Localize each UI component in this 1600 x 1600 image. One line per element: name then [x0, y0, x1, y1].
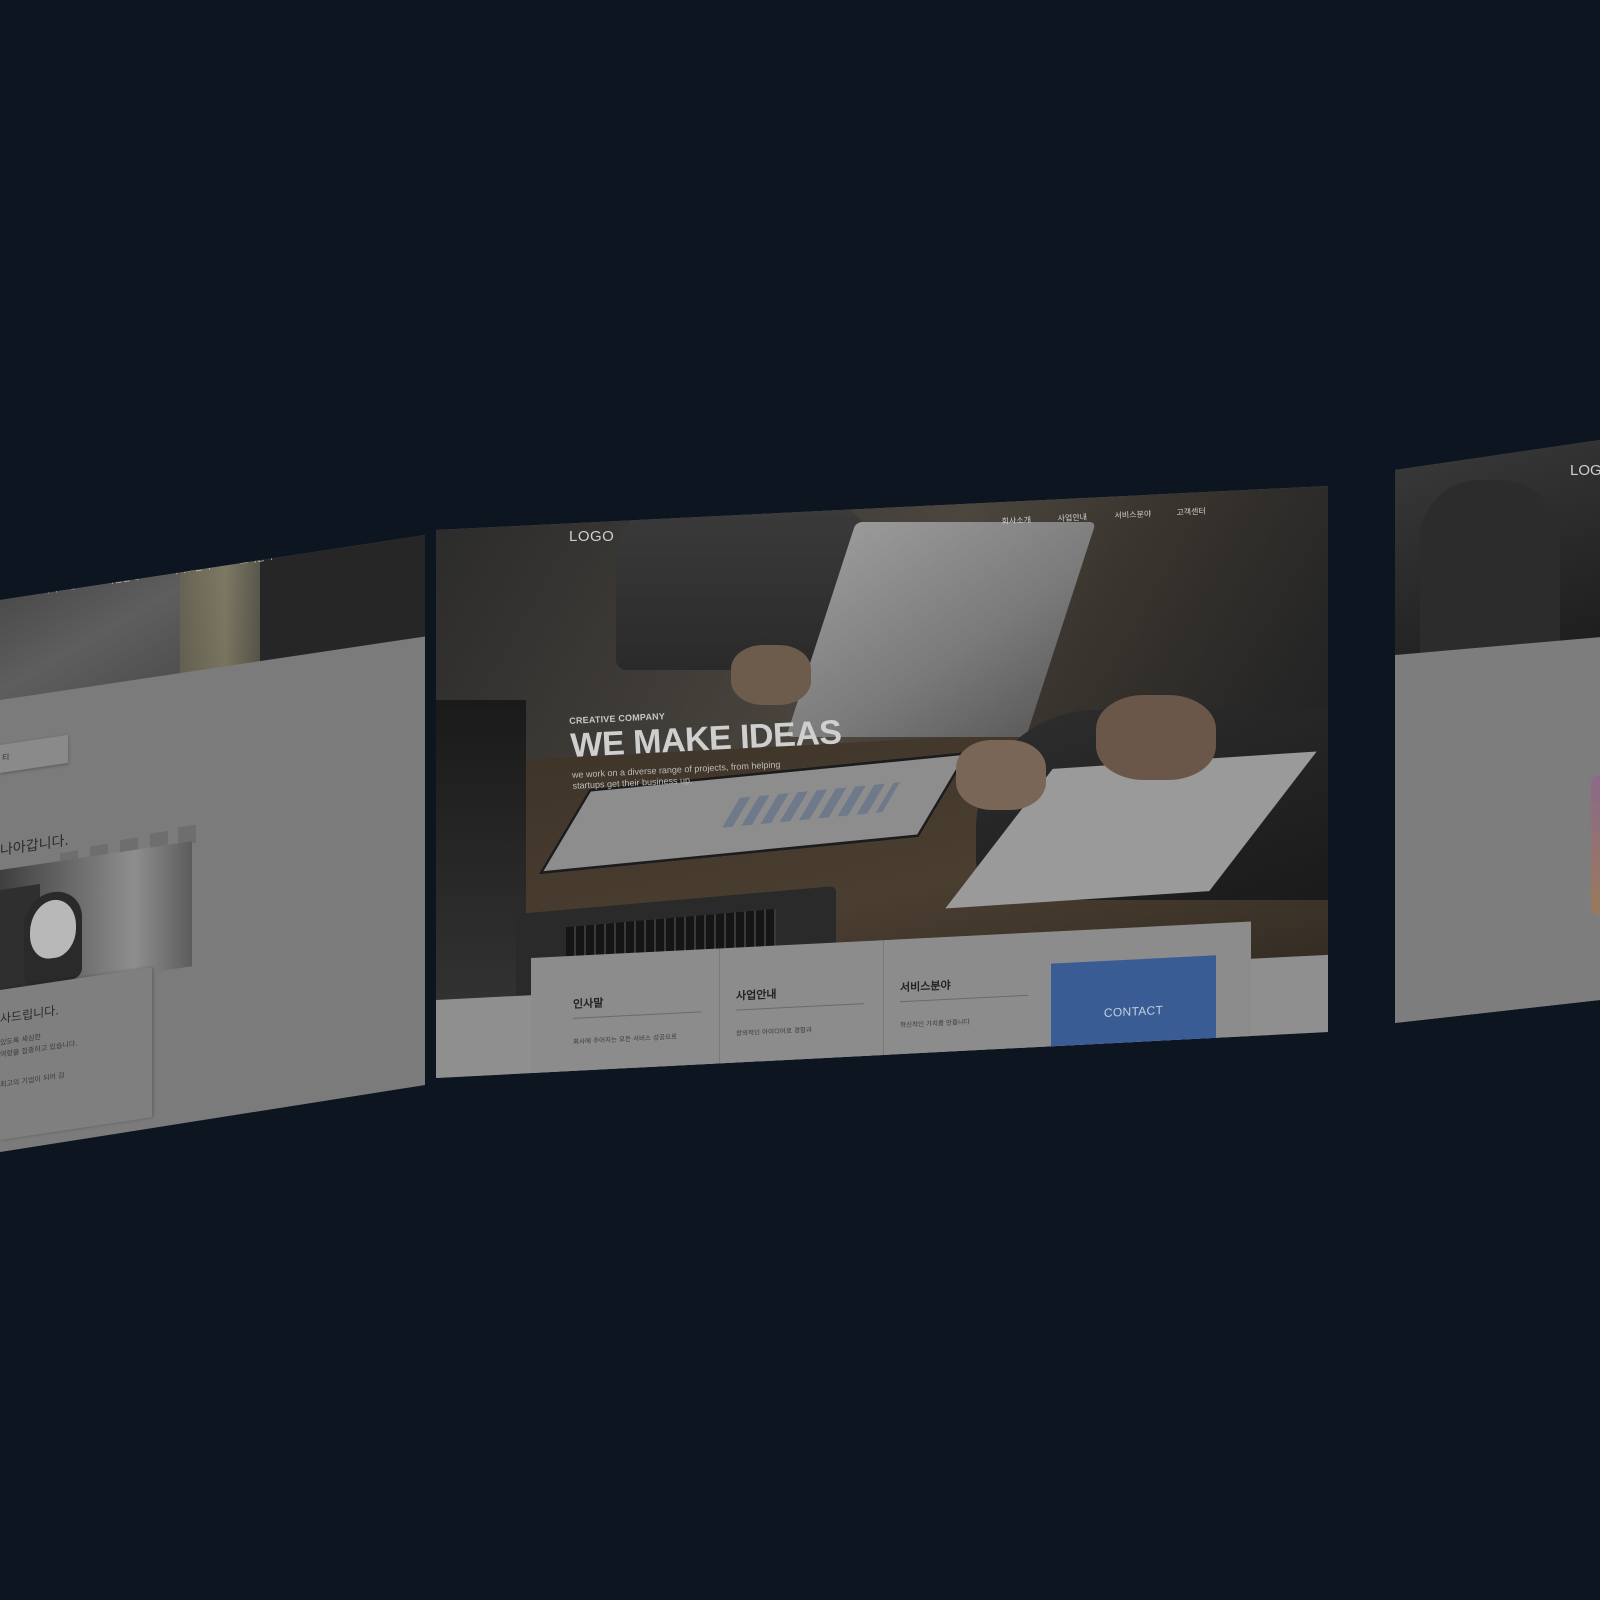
gradient-card-edge: [1591, 775, 1600, 915]
nav-item-about[interactable]: 회사소개: [1001, 514, 1031, 526]
card-title: 인사말: [573, 996, 604, 1011]
card-desc: 혁신적인 가치를 만듭니다: [900, 1017, 970, 1030]
card-greeting[interactable]: 인사말 회사에 주어지는 모든 서비스 성공으로: [573, 949, 713, 1078]
left-info-line: 최고의 기업이 되어 감: [0, 1071, 65, 1089]
card-service[interactable]: 서비스분야 혁신적인 가치를 만듭니다: [883, 931, 1060, 1071]
card-business[interactable]: 사업안내 창의적인 아이디어로 경험과: [719, 939, 896, 1078]
right-page-preview[interactable]: LOG: [1395, 440, 1600, 1023]
left-heading: 나아갑니다.: [0, 832, 69, 859]
card-divider: [900, 994, 1028, 1003]
left-body: 티 나아갑니다. 사드립니다. 있도록 세심한 역량을 집중하고 있습니다. 최…: [0, 635, 425, 1152]
hand-image: [731, 645, 811, 705]
card-desc: 창의적인 아이디어로 경험과: [736, 1025, 812, 1038]
card-title: 서비스분야: [900, 978, 951, 995]
center-page-preview[interactable]: LOGO 회사소개 사업안내 서비스분야 고객센터 CREATIVE COMPA…: [436, 486, 1328, 1078]
contact-label: CONTACT: [1103, 1002, 1164, 1020]
left-tab-label: 티: [2, 752, 10, 763]
nav-item-support[interactable]: 고객센터: [1176, 506, 1206, 518]
card-divider: [573, 1011, 701, 1019]
nav-item-service[interactable]: 서비스분야: [1114, 508, 1151, 521]
nav-item-business[interactable]: 사업안내: [1057, 512, 1087, 524]
left-page-preview[interactable]: 회사소개 사업안내 서비스분야 고객센터 티 나아갑니다. 사드립니다. 있도록…: [0, 535, 425, 1152]
site-logo[interactable]: LOGO: [569, 528, 614, 545]
card-divider: [736, 1003, 864, 1011]
hand-image: [1096, 695, 1216, 780]
left-info-box: 사드립니다. 있도록 세심한 역량을 집중하고 있습니다. 최고의 기업이 되어…: [0, 967, 152, 1140]
monitor-image: [436, 700, 526, 1030]
contact-button[interactable]: CONTACT: [1051, 955, 1216, 1064]
left-tab-card[interactable]: 티: [0, 734, 68, 773]
card-desc: 회사에 주어지는 모든 서비스 성공으로: [573, 1032, 677, 1046]
right-body: [1395, 637, 1600, 1023]
right-site-logo[interactable]: LOG: [1570, 462, 1600, 479]
showcase-stage: 회사소개 사업안내 서비스분야 고객센터 티 나아갑니다. 사드립니다. 있도록…: [0, 0, 1600, 1600]
left-info-title: 사드립니다.: [0, 1003, 60, 1026]
card-title: 사업안내: [736, 987, 777, 1003]
team-photo: [0, 841, 192, 995]
